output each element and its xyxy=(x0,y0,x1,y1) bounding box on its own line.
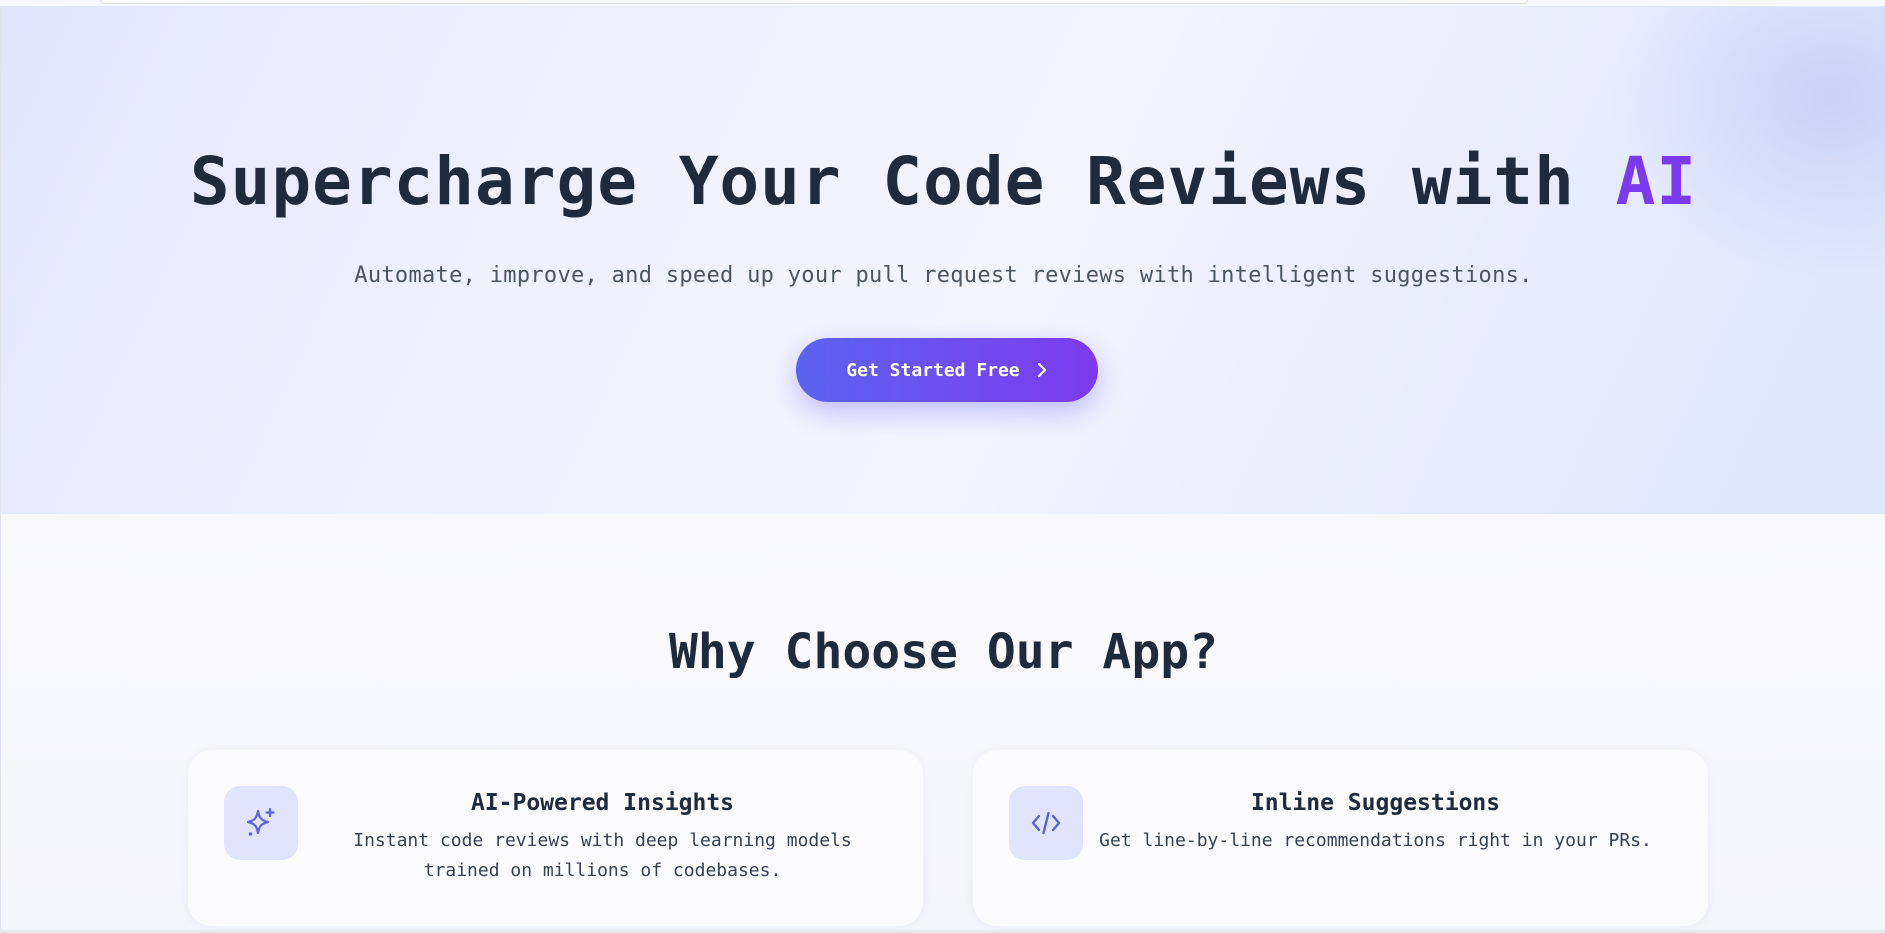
get-started-label: Get Started Free xyxy=(846,359,1020,381)
features-title: Why Choose Our App? xyxy=(668,624,1219,680)
get-started-button[interactable]: Get Started Free xyxy=(796,338,1098,402)
feature-card-description: Instant code reviews with deep learning … xyxy=(353,830,852,881)
browser-chrome-edge xyxy=(100,0,1528,4)
code-icon xyxy=(1009,786,1083,860)
sparkles-icon xyxy=(224,786,298,860)
hero-subtitle: Automate, improve, and speed up your pul… xyxy=(354,263,1533,288)
feature-card-title: Inline Suggestions xyxy=(1250,790,1501,816)
hero-section: Supercharge Your Code Reviews with AI Au… xyxy=(0,6,1885,514)
features-section: Why Choose Our App? AI-Powered Insights … xyxy=(0,514,1885,933)
feature-card-description: Get line-by-line recommendations right i… xyxy=(1099,830,1652,851)
feature-card-ai-insights: AI-Powered Insights Instant code reviews… xyxy=(188,750,923,926)
feature-card-body: Inline Suggestions Get line-by-line reco… xyxy=(1083,788,1668,856)
feature-card-inline-suggestions: Inline Suggestions Get line-by-line reco… xyxy=(973,750,1708,926)
chevron-right-icon xyxy=(1036,361,1048,379)
hero-title-accent: AI xyxy=(1615,143,1698,220)
hero-title-main: Supercharge Your Code Reviews with xyxy=(189,143,1616,220)
feature-card-title: AI-Powered Insights xyxy=(470,790,735,816)
hero-title: Supercharge Your Code Reviews with AI xyxy=(1,142,1885,222)
feature-card-body: AI-Powered Insights Instant code reviews… xyxy=(318,788,887,886)
